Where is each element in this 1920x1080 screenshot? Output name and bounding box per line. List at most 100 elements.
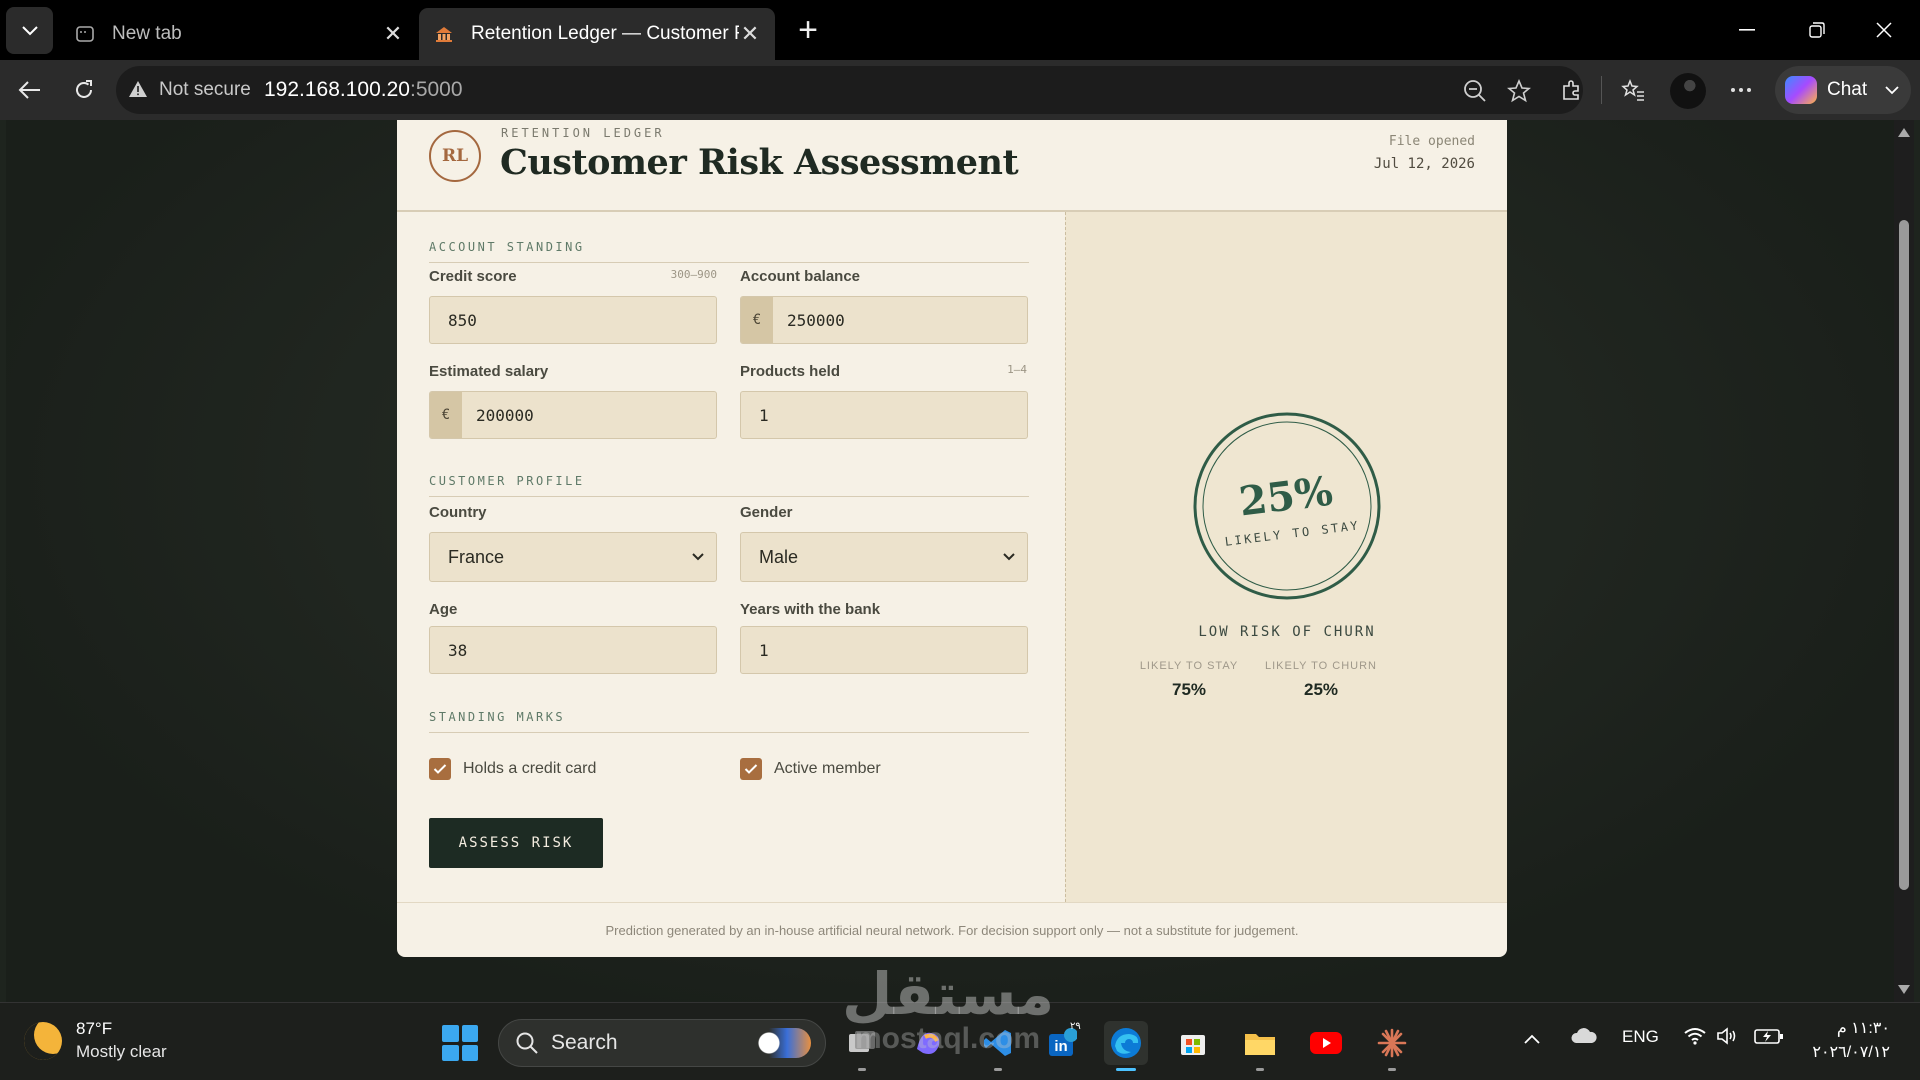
security-status[interactable]: Not secure	[159, 79, 251, 101]
svg-text:in: in	[1054, 1038, 1067, 1055]
section-standing-marks: STANDING MARKS	[429, 710, 1029, 733]
credit-card-checkbox[interactable]	[429, 758, 451, 780]
start-button[interactable]	[442, 1025, 478, 1061]
assess-risk-button[interactable]: ASSESS RISK	[429, 818, 603, 868]
store-app[interactable]	[1171, 1021, 1215, 1065]
tab-retention-ledger[interactable]: Retention Ledger — Customer Risk Assessm…	[419, 8, 775, 60]
country-label: Country	[429, 504, 487, 521]
wifi-icon[interactable]	[1684, 1027, 1706, 1050]
retention-stamp: 25% LIKELY TO STAY	[1193, 412, 1381, 600]
tenure-input[interactable]: 1	[740, 626, 1028, 674]
close-window-button[interactable]	[1864, 14, 1904, 46]
warning-icon[interactable]	[128, 79, 148, 104]
zoom-out-icon[interactable]	[1462, 78, 1488, 104]
credit-score-label: Credit score	[429, 268, 517, 285]
show-hidden-icons-chevron-up-icon[interactable]	[1524, 1029, 1540, 1049]
language-indicator[interactable]: ENG	[1622, 1027, 1659, 1047]
minimize-icon	[1739, 29, 1755, 31]
linkedin-badge: ٢٩	[1070, 1021, 1081, 1032]
brand-eyebrow: RETENTION LEDGER	[501, 126, 665, 140]
url-text[interactable]: 192.168.100.20:5000	[264, 78, 463, 102]
weather-widget[interactable]: 87°F Mostly clear	[24, 1019, 167, 1062]
checkmark-icon	[433, 764, 447, 774]
system-clock[interactable]: ١١:٣٠ م ٢٠٢٦/٠٧/١٢	[1812, 1017, 1890, 1065]
watermark-arabic: مستقل	[842, 960, 1055, 1028]
gender-label: Gender	[740, 504, 793, 521]
settings-menu-button[interactable]	[1723, 72, 1759, 108]
chevron-down-icon	[21, 25, 38, 35]
copilot-chat-button[interactable]: Chat	[1775, 66, 1911, 114]
stay-stat-value: 75%	[1171, 680, 1207, 699]
estimated-salary-value: 200000	[476, 405, 534, 425]
new-tab-button[interactable]: +	[790, 11, 826, 49]
estimated-salary-input[interactable]: € 200000	[429, 391, 717, 439]
battery-charging-icon[interactable]	[1754, 1027, 1784, 1050]
restore-icon	[1809, 22, 1825, 38]
favorites-button[interactable]	[1615, 72, 1651, 108]
reload-icon	[76, 80, 92, 98]
gender-select[interactable]: Male	[740, 532, 1028, 582]
profile-avatar[interactable]	[1670, 73, 1706, 109]
page-title: Customer Risk Assessment	[500, 142, 1019, 183]
favorite-star-icon[interactable]	[1506, 78, 1532, 104]
assessment-card: RL RETENTION LEDGER Customer Risk Assess…	[397, 120, 1507, 957]
active-member-checkbox-row[interactable]: Active member	[740, 758, 881, 780]
tab-actions-menu[interactable]	[6, 7, 53, 54]
volume-icon[interactable]	[1716, 1027, 1740, 1050]
scroll-thumb[interactable]	[1899, 220, 1909, 890]
age-input[interactable]: 38	[429, 626, 717, 674]
products-held-hint: 1–4	[1007, 363, 1027, 376]
moon-cloud-icon	[24, 1021, 62, 1060]
close-icon	[1876, 22, 1892, 38]
tab-bar: New tab ✕ Retention Ledger — Customer Ri…	[0, 0, 1920, 60]
chevron-down-icon	[692, 553, 704, 561]
tab-new-tab[interactable]: New tab ✕	[60, 8, 418, 60]
file-opened-date: Jul 12, 2026	[1373, 156, 1475, 172]
stamp-percent: 25%	[1236, 468, 1335, 526]
estimated-salary-label: Estimated salary	[429, 363, 549, 380]
tab-title: Retention Ledger — Customer Risk Assessm…	[471, 23, 739, 44]
credit-score-input[interactable]: 850	[429, 296, 717, 344]
copilot-logo-icon	[1785, 76, 1817, 104]
churn-stat: LIKELY TO CHURN 25%	[1256, 660, 1386, 700]
result-panel: 25% LIKELY TO STAY LOW RISK OF CHURN LIK…	[1065, 212, 1507, 902]
active-member-label: Active member	[774, 760, 881, 777]
reload-button[interactable]	[66, 72, 102, 108]
chevron-down-icon	[1885, 85, 1899, 94]
credit-score-value: 850	[448, 310, 477, 330]
clock-date: ٢٠٢٦/٠٧/١٢	[1812, 1044, 1890, 1061]
risk-verdict: LOW RISK OF CHURN	[1198, 624, 1376, 640]
scroll-up-arrow-icon[interactable]	[1898, 128, 1910, 137]
active-member-checkbox[interactable]	[740, 758, 762, 780]
youtube-app[interactable]	[1304, 1021, 1348, 1065]
watermark-latin: mostaql.com	[855, 1022, 1041, 1055]
back-button[interactable]	[12, 72, 48, 108]
scroll-down-arrow-icon[interactable]	[1898, 985, 1910, 994]
country-select[interactable]: France	[429, 532, 717, 582]
onedrive-cloud-icon[interactable]	[1570, 1025, 1598, 1050]
url-port: :5000	[409, 78, 463, 101]
close-tab-icon[interactable]: ✕	[739, 21, 761, 46]
gender-value: Male	[759, 546, 799, 567]
products-held-input[interactable]: 1	[740, 391, 1028, 439]
credit-card-checkbox-row[interactable]: Holds a credit card	[429, 758, 596, 780]
extensions-button[interactable]	[1554, 72, 1590, 108]
favicon-bank-icon	[433, 23, 455, 45]
disclaimer-footer: Prediction generated by an in-house arti…	[397, 902, 1507, 957]
account-balance-input[interactable]: € 250000	[740, 296, 1028, 344]
page-scrollbar[interactable]	[1894, 120, 1914, 1002]
toolbar-separator	[1601, 76, 1602, 104]
minimize-button[interactable]	[1727, 14, 1767, 46]
restore-button[interactable]	[1797, 14, 1837, 46]
address-bar[interactable]: Not secure 192.168.100.20:5000	[116, 66, 1583, 114]
claude-app[interactable]	[1370, 1021, 1414, 1071]
close-tab-icon[interactable]: ✕	[382, 21, 404, 46]
taskbar-search[interactable]: Search	[498, 1019, 826, 1067]
products-held-value: 1	[759, 405, 769, 425]
tenure-label: Years with the bank	[740, 601, 881, 618]
credit-card-label: Holds a credit card	[463, 760, 597, 777]
file-explorer-app[interactable]	[1238, 1021, 1282, 1071]
products-held-label: Products held	[740, 363, 841, 380]
back-arrow-icon	[18, 81, 40, 99]
edge-app[interactable]	[1104, 1021, 1148, 1071]
